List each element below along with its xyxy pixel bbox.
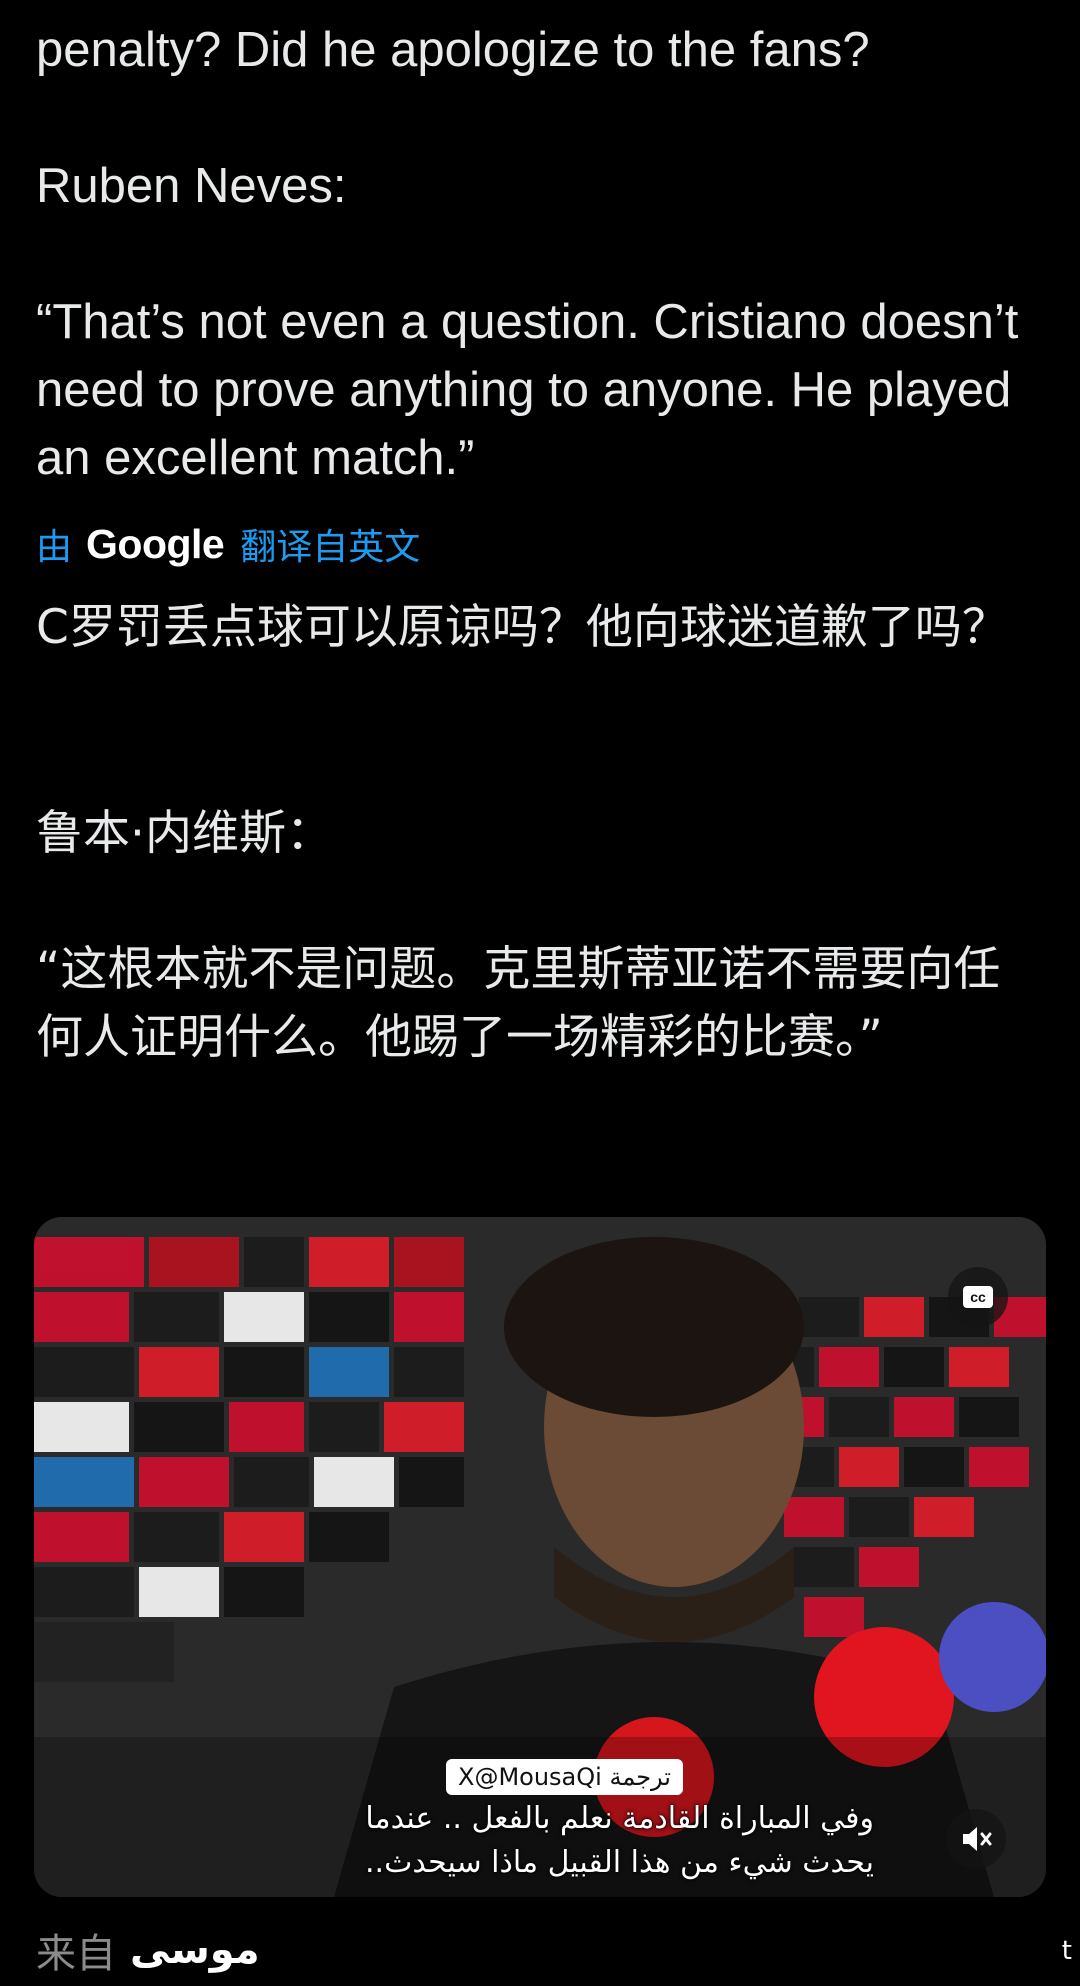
source-name[interactable]: موسى <box>130 1927 260 1973</box>
video-watermark: X@MousaQi ترجمة <box>446 1759 683 1795</box>
tweet-text-question-tail: penalty? Did he apologize to the fans? <box>36 23 870 77</box>
translated-speaker: 鲁本·内维斯： <box>36 806 333 861</box>
corner-mark: t <box>1061 1936 1072 1966</box>
translation-source-language-link[interactable]: 翻译自英文 <box>240 518 420 570</box>
translation-attribution[interactable]: 由 Google 翻译自英文 <box>36 516 420 572</box>
source-attribution[interactable]: 来自 موسى <box>36 1924 260 1977</box>
translation-by-label: 由 <box>36 526 73 567</box>
video-subtitle-line-1: وفي المباراة القادمة نعلم بالفعل .. عندم… <box>365 1801 874 1836</box>
mute-toggle-button[interactable] <box>946 1809 1006 1869</box>
translated-quote: “这根本就不是问题。克里斯蒂亚诺不需要向任何人证明什么。他踢了一场精彩的比赛。” <box>36 942 1001 1065</box>
video-subtitle-line-2: يحدث شيء من هذا القبيل ماذا سيحدث.. <box>365 1845 874 1880</box>
translated-question: C罗罚丢点球可以原谅吗？他向球迷道歉了吗？ <box>36 600 1009 655</box>
video-player[interactable]: cc X@MousaQi ترجمة وفي المباراة القادمة … <box>34 1217 1046 1897</box>
closed-captions-button[interactable]: cc <box>948 1267 1008 1327</box>
cc-icon: cc <box>963 1286 993 1308</box>
video-frame <box>34 1217 1046 1897</box>
tweet-text-quote: “That’s not even a question. Cristiano d… <box>36 295 1019 485</box>
speaker-muted-icon <box>963 1827 992 1851</box>
tweet-text-speaker: Ruben Neves: <box>36 159 347 213</box>
source-prefix: 来自 <box>36 1931 116 1977</box>
google-logo: Google <box>86 520 225 567</box>
